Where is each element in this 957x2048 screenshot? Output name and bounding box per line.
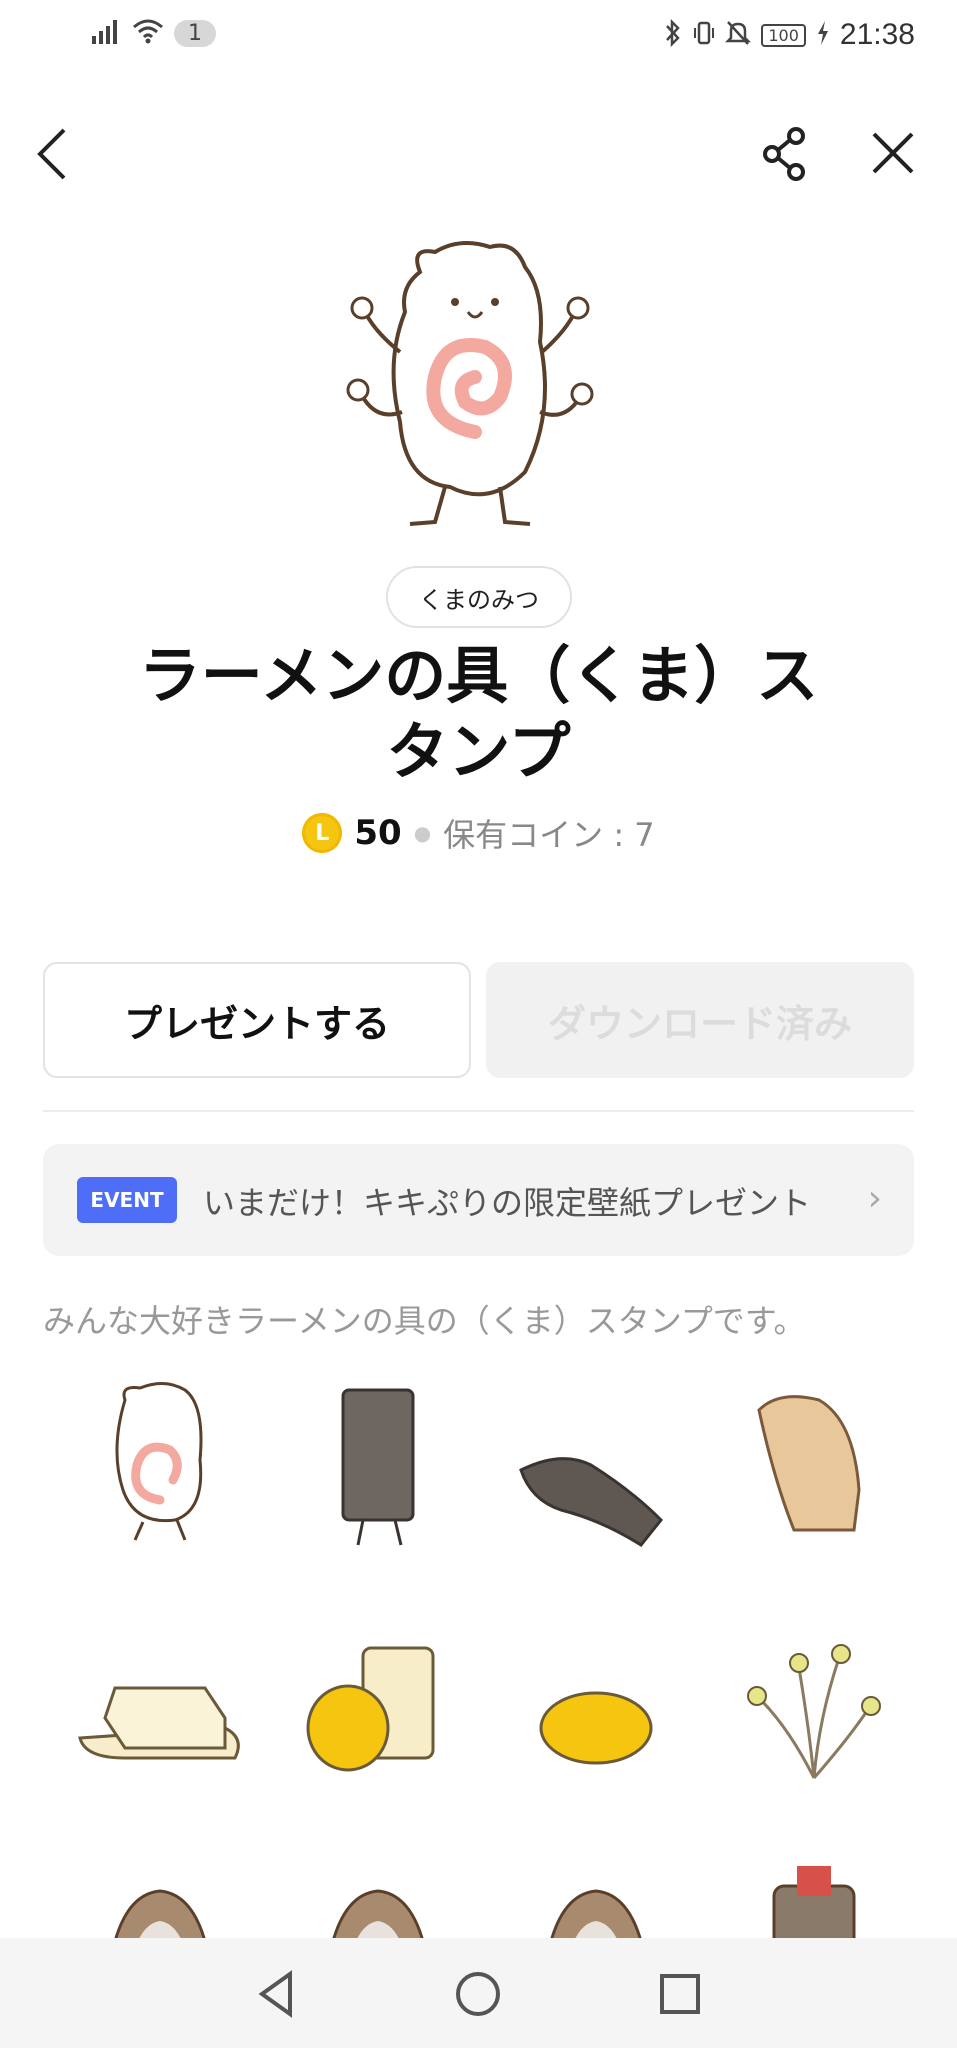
divider [43, 1110, 914, 1112]
event-text: いまだけ！キキぷりの限定壁紙プレゼント [203, 1184, 812, 1222]
circle-home-icon [456, 1972, 500, 2016]
share-button[interactable] [752, 118, 816, 188]
gift-button[interactable]: プレゼントする [43, 962, 471, 1078]
status-right: 100 21:38 [663, 18, 915, 52]
sticker-item[interactable] [719, 1370, 909, 1560]
downloaded-button: ダウンロード済み [486, 962, 914, 1078]
author-link[interactable]: くまのみつ [386, 566, 572, 628]
close-button[interactable] [860, 118, 924, 188]
status-left: 1 [92, 18, 216, 48]
nav-back-button[interactable] [250, 1966, 306, 2022]
bell-off-icon [725, 19, 752, 51]
separator-dot: ● [413, 821, 432, 845]
clock: 21:38 [839, 18, 915, 51]
price-row: L 50 ● 保有コイン : 7 [0, 810, 957, 856]
nav-home-button[interactable] [450, 1966, 506, 2022]
chevron-right-icon: › [867, 1178, 882, 1219]
sticker-item[interactable] [65, 1370, 255, 1560]
owned-coins: 保有コイン : 7 [443, 816, 655, 854]
page-title: ラーメンの具（くま）ス タンプ [100, 638, 857, 790]
system-nav-bar [0, 1938, 957, 2048]
sticker-description: みんな大好きラーメンの具の（くま）スタンプです。 [43, 1302, 806, 1340]
close-icon [872, 132, 914, 174]
top-bar [0, 110, 957, 190]
signal-icon [92, 18, 122, 48]
triangle-back-icon [258, 1970, 292, 2018]
bluetooth-icon [663, 18, 683, 51]
event-banner[interactable]: EVENT いまだけ！キキぷりの限定壁紙プレゼント › [43, 1144, 914, 1256]
status-bar: 1 100 21:38 [0, 0, 957, 72]
vibrate-icon [693, 19, 715, 51]
sticker-item[interactable] [283, 1608, 473, 1798]
charging-icon [816, 20, 830, 50]
share-icon [763, 127, 805, 181]
chevron-left-icon [37, 128, 66, 180]
title-line-2: タンプ [386, 715, 571, 788]
sim-badge: 1 [174, 19, 216, 47]
battery-icon: 100 [761, 23, 806, 47]
event-badge: EVENT [77, 1177, 177, 1223]
back-button[interactable] [30, 118, 90, 188]
sticker-item[interactable] [65, 1608, 255, 1798]
price-amount: 50 [354, 813, 402, 853]
sticker-item[interactable] [719, 1608, 909, 1798]
sticker-item[interactable] [283, 1370, 473, 1560]
square-recent-icon [660, 1974, 700, 2014]
sticker-item[interactable] [501, 1608, 691, 1798]
wifi-icon [132, 18, 164, 48]
title-line-1: ラーメンの具（くま）ス [138, 639, 819, 712]
coin-icon: L [302, 813, 343, 853]
nav-recent-button[interactable] [652, 1966, 708, 2022]
main-sticker-image [330, 232, 630, 542]
sticker-item[interactable] [501, 1370, 691, 1560]
